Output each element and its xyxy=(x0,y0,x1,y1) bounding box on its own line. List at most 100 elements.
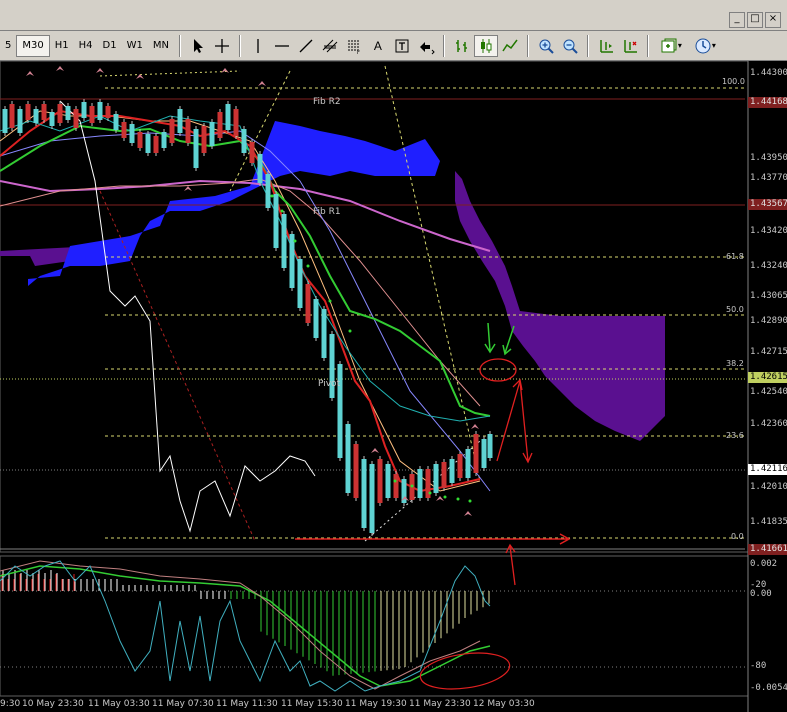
candle-bearish xyxy=(353,444,359,498)
candle-bullish xyxy=(49,112,55,126)
toolbar-separator xyxy=(526,34,529,57)
oscillator-tick-label: 0.002 xyxy=(750,559,778,569)
cursor-arrow-icon[interactable] xyxy=(186,35,210,57)
annotation-green-arrow xyxy=(484,322,496,354)
horizontal-line-icon[interactable] xyxy=(270,35,294,57)
time-tick-label: 11 May 03:30 xyxy=(88,699,150,709)
time-tick-label: 11 May 07:30 xyxy=(152,699,214,709)
zoom-out-icon[interactable] xyxy=(558,35,582,57)
svg-text:F: F xyxy=(357,50,360,55)
close-button[interactable]: × xyxy=(765,12,781,28)
candle-bearish xyxy=(89,106,95,123)
candle-bullish xyxy=(145,134,151,153)
price-tick-label: 1.43420 xyxy=(750,226,787,236)
time-tick-label: 9:30 xyxy=(0,699,21,709)
psar-dot xyxy=(456,497,460,501)
candle-bearish xyxy=(201,126,207,153)
price-tick-label: 1.42010 xyxy=(750,482,787,492)
candle-bullish xyxy=(225,104,231,130)
macd-main-line xyxy=(0,560,481,690)
psar-dot xyxy=(280,209,284,213)
fibonacci-icon[interactable]: F xyxy=(342,35,366,57)
candle-bullish xyxy=(17,109,23,133)
text-icon[interactable]: A xyxy=(366,35,390,57)
candle-bearish xyxy=(57,104,63,123)
timeframe-d1[interactable]: D1 xyxy=(98,35,122,57)
label-icon[interactable] xyxy=(390,35,414,57)
periodicity-icon[interactable]: ▾ xyxy=(688,35,722,57)
fib-level-label: 23.6 xyxy=(726,431,744,440)
psar-dot xyxy=(428,491,432,495)
fractal-marker xyxy=(184,186,192,191)
candle-bullish xyxy=(465,449,471,478)
candlestick-icon[interactable] xyxy=(473,34,498,57)
oscillator-tick-label: 0.00 xyxy=(750,589,772,599)
candle-bullish xyxy=(177,109,183,133)
price-badge: 1.42615 xyxy=(748,372,787,383)
candle-bullish xyxy=(97,102,103,120)
timeframe-w1[interactable]: W1 xyxy=(122,35,148,57)
fractal-marker xyxy=(258,81,266,86)
price-badge: 1.42116 xyxy=(748,464,787,475)
arrows-icon[interactable] xyxy=(414,35,438,57)
candle-bullish xyxy=(265,174,271,208)
price-tick-label: 1.44300 xyxy=(750,68,787,78)
psar-dot xyxy=(393,479,397,483)
time-tick-label: 11 May 11:30 xyxy=(216,699,278,709)
annotation-red-support-line xyxy=(295,533,571,545)
moving-average-blue xyxy=(0,130,491,492)
oscillator-tick-label: -80 xyxy=(750,661,767,671)
fractal-marker xyxy=(26,71,34,76)
candle-bearish xyxy=(121,122,127,138)
candle-bullish xyxy=(33,109,39,123)
candle-bullish xyxy=(113,114,119,130)
time-tick-label: 12 May 03:30 xyxy=(473,699,535,709)
zoom-in-icon[interactable] xyxy=(534,35,558,57)
psar-dot xyxy=(306,264,310,268)
equidistant-channel-icon[interactable] xyxy=(318,35,342,57)
price-tick-label: 1.41835 xyxy=(750,517,787,527)
candle-bearish xyxy=(217,112,223,138)
candle-bullish xyxy=(369,464,375,533)
timeframe-m30[interactable]: M30 xyxy=(16,34,50,57)
toolbar-separator xyxy=(586,34,589,57)
candle-bullish xyxy=(449,459,455,483)
candle-bullish xyxy=(297,259,303,308)
trading-terminal-window: _ □ × 5 M30 H1 H4 D1 W1 MN F A ▾ ▾ 1.443… xyxy=(0,0,787,712)
candle-bearish xyxy=(249,142,255,163)
candle-bullish xyxy=(2,109,8,133)
indicators-icon[interactable]: ▾ xyxy=(654,35,688,57)
toolbar-separator xyxy=(178,34,181,57)
fractal-marker xyxy=(464,511,472,516)
timeframe-h1[interactable]: H1 xyxy=(50,35,74,57)
autoscroll-icon[interactable] xyxy=(618,35,642,57)
window-title-strip: _ □ × xyxy=(0,0,787,31)
toolbar-separator xyxy=(442,34,445,57)
annotation-red-ellipse xyxy=(419,652,511,690)
candle-bearish xyxy=(169,119,175,143)
price-tick-label: 1.43950 xyxy=(750,153,787,163)
trendline-icon[interactable] xyxy=(294,35,318,57)
timeframe-h4[interactable]: H4 xyxy=(74,35,98,57)
line-chart-icon[interactable] xyxy=(498,35,522,57)
chart-toolbar: 5 M30 H1 H4 D1 W1 MN F A ▾ ▾ xyxy=(0,31,787,61)
fib-r1-label: Fib R1 xyxy=(313,207,341,217)
psar-dot xyxy=(328,299,332,303)
price-badge: 1.41661 xyxy=(748,544,787,555)
fib-level-label: 61.8 xyxy=(726,252,744,261)
chart-shift-icon[interactable] xyxy=(594,35,618,57)
price-tick-label: 1.42360 xyxy=(750,419,787,429)
bar-chart-icon[interactable] xyxy=(450,35,474,57)
crosshair-icon[interactable] xyxy=(210,35,234,57)
candle-bullish xyxy=(129,124,135,143)
minimize-button[interactable]: _ xyxy=(729,12,745,28)
toolbar-separator xyxy=(238,34,241,57)
timeframe-m5[interactable]: 5 xyxy=(0,35,16,57)
psar-dot xyxy=(443,495,447,499)
maximize-button[interactable]: □ xyxy=(747,12,763,28)
chart-canvas[interactable] xyxy=(0,61,787,712)
vertical-line-icon[interactable] xyxy=(246,35,270,57)
chart-window[interactable]: 1.44300 1.43950 1.43770 1.43420 1.43240 1.430… xyxy=(0,61,787,712)
candle-bearish xyxy=(441,462,447,488)
timeframe-mn[interactable]: MN xyxy=(148,35,174,57)
